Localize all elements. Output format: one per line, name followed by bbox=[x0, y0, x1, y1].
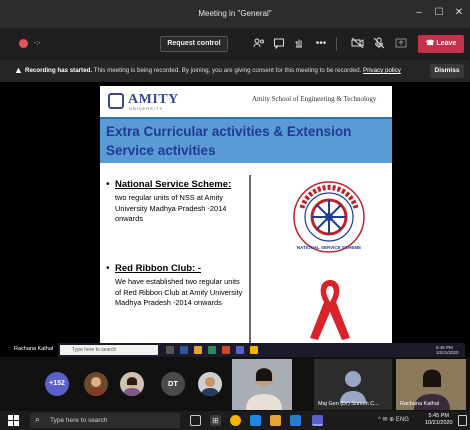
teams-icon bbox=[236, 346, 244, 354]
phone-icon: ☎ bbox=[425, 40, 437, 47]
file-explorer-icon[interactable] bbox=[270, 415, 281, 426]
recording-message: Recording has started. This meeting is b… bbox=[25, 67, 401, 74]
chrome-icon[interactable] bbox=[230, 415, 241, 426]
edge-icon bbox=[180, 346, 188, 354]
slide-heading: Extra Curricular activities & Extension … bbox=[100, 117, 392, 163]
column-divider bbox=[249, 175, 251, 344]
item-suffix: : - bbox=[192, 263, 202, 274]
slide-heading-line1: Extra Curricular activities & Extension bbox=[106, 124, 352, 139]
more-participants-badge[interactable]: +152 bbox=[45, 372, 69, 396]
title-bar: Meeting in "General" – ☐ ✕ bbox=[0, 0, 470, 28]
leave-button[interactable]: ☎ Leave bbox=[418, 35, 464, 53]
red-ribbon-icon bbox=[310, 280, 350, 340]
shared-clock: 5:45 PM 10/21/2020 bbox=[436, 345, 459, 355]
teams-icon[interactable] bbox=[312, 415, 323, 426]
leave-label: Leave bbox=[436, 40, 457, 47]
mail-icon[interactable] bbox=[290, 415, 301, 426]
dismiss-button[interactable]: Dismiss bbox=[430, 64, 464, 78]
logo-subtext: UNIVERSITY bbox=[129, 106, 164, 111]
widgets-icon[interactable]: ⊞ bbox=[210, 415, 221, 426]
share-tray-icon[interactable] bbox=[394, 37, 408, 51]
presenter-name: Rachana Kathal bbox=[14, 346, 54, 352]
avatar[interactable] bbox=[120, 372, 144, 396]
shared-taskbar: Type here to search 5:45 PM 10/21/2020 bbox=[58, 343, 465, 357]
meeting-toolbar: -:- Request control ••• ☎ Leave bbox=[0, 28, 470, 60]
avatar[interactable]: DT bbox=[161, 372, 185, 396]
taskview-icon bbox=[166, 346, 174, 354]
word-icon[interactable] bbox=[250, 415, 261, 426]
search-placeholder: Type here to search bbox=[50, 417, 108, 424]
avatar[interactable] bbox=[84, 372, 108, 396]
task-view-icon[interactable] bbox=[190, 415, 201, 426]
meeting-timer: -:- bbox=[34, 40, 41, 47]
taskbar-date: 10/21/2020 bbox=[425, 420, 453, 426]
participants-icon[interactable] bbox=[252, 37, 266, 51]
chrome-icon bbox=[250, 346, 258, 354]
nss-emblem-icon: NATIONAL SERVICE SCHEME bbox=[293, 181, 365, 253]
store-icon bbox=[208, 346, 216, 354]
item-suffix: : bbox=[228, 179, 232, 190]
windows-start-icon[interactable] bbox=[8, 415, 19, 426]
close-button[interactable]: ✕ bbox=[452, 6, 466, 20]
video-tile[interactable] bbox=[232, 359, 292, 410]
request-control-button[interactable]: Request control bbox=[160, 36, 228, 52]
raise-hand-icon[interactable] bbox=[292, 37, 306, 51]
recording-banner: ▲ Recording has started. This meeting is… bbox=[0, 60, 470, 82]
minimize-button[interactable]: – bbox=[412, 6, 426, 20]
recording-text: This meeting is being recorded. By joini… bbox=[92, 67, 362, 74]
windows-taskbar: ⌕ Type here to search ⊞ ^ ✉ ⊕ ENG 5:45 P… bbox=[0, 411, 470, 430]
powerpoint-icon bbox=[222, 346, 230, 354]
item-title: Red Ribbon Club: - bbox=[115, 263, 201, 274]
amity-logo: AMITY UNIVERSITY bbox=[108, 90, 178, 112]
emblem-text: NATIONAL SERVICE SCHEME bbox=[297, 245, 361, 250]
maximize-button[interactable]: ☐ bbox=[432, 6, 446, 20]
folder-icon bbox=[194, 346, 202, 354]
privacy-policy-link[interactable]: Privacy policy bbox=[363, 67, 401, 74]
window-title: Meeting in "General" bbox=[198, 9, 272, 18]
item-description: two regular units of NSS at Amity Univer… bbox=[115, 193, 227, 223]
slide-heading-line2: Service activities bbox=[106, 143, 216, 158]
shared-slide: AMITY UNIVERSITY Amity School of Enginee… bbox=[100, 86, 392, 344]
school-name: Amity School of Engineering & Technology bbox=[252, 95, 377, 103]
item-name: National Service Scheme bbox=[115, 179, 228, 190]
shared-date: 10/21/2020 bbox=[436, 350, 459, 355]
participant-gallery: +152 DT Maj Gen (Dr) Suresh C... Rachana… bbox=[0, 357, 470, 411]
search-icon: ⌕ bbox=[35, 414, 41, 424]
item-name: Red Ribbon Club bbox=[115, 263, 193, 274]
taskbar-time: 5:45 PM bbox=[428, 413, 449, 419]
item-description: We have established two regular units of… bbox=[115, 277, 243, 307]
chat-icon[interactable] bbox=[272, 37, 286, 51]
avatar[interactable] bbox=[198, 372, 222, 396]
more-options-icon[interactable]: ••• bbox=[314, 37, 328, 51]
recording-indicator-icon bbox=[19, 39, 28, 48]
shared-search-box: Type here to search bbox=[60, 345, 158, 355]
taskbar-search-input[interactable]: ⌕ Type here to search bbox=[30, 413, 180, 428]
participant-name: Maj Gen (Dr) Suresh C... bbox=[318, 401, 379, 407]
participant-name: Rachana Kathal bbox=[400, 401, 440, 407]
bullet: • bbox=[106, 263, 110, 274]
bullet: • bbox=[106, 179, 110, 190]
notification-icon[interactable] bbox=[458, 415, 467, 426]
warning-icon: ▲ bbox=[14, 65, 23, 75]
toolbar-divider bbox=[336, 37, 337, 51]
recording-title: Recording has started. bbox=[25, 67, 93, 74]
camera-off-icon[interactable] bbox=[350, 37, 364, 51]
taskbar-clock[interactable]: 5:45 PM 10/21/2020 bbox=[425, 413, 453, 427]
mic-off-icon[interactable] bbox=[372, 37, 386, 51]
item-title: National Service Scheme: bbox=[115, 179, 231, 190]
system-tray[interactable]: ^ ✉ ⊕ ENG bbox=[378, 416, 409, 423]
logo-mark-icon bbox=[108, 93, 124, 109]
